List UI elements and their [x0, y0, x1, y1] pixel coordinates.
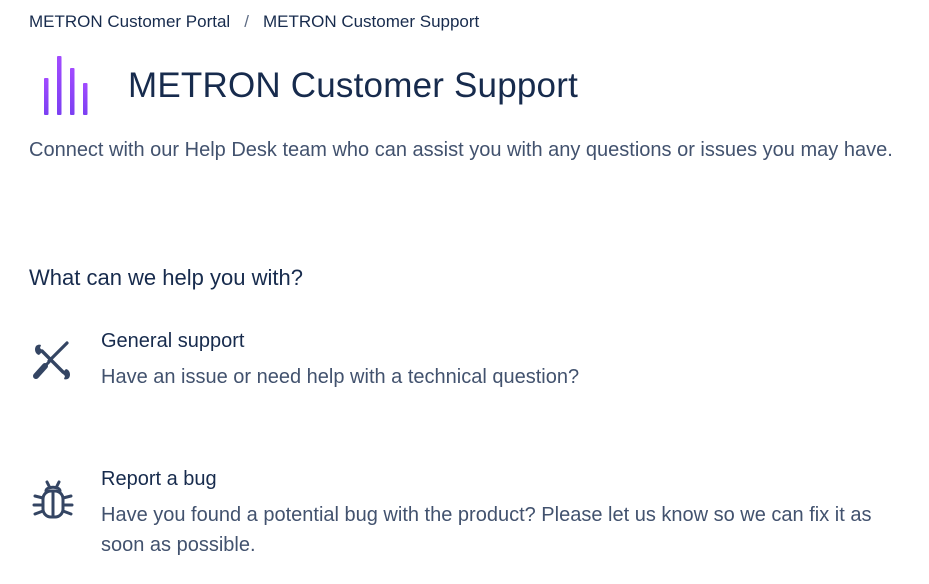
- page-title: METRON Customer Support: [128, 66, 578, 105]
- section-heading: What can we help you with?: [29, 265, 303, 290]
- breadcrumb-current-link[interactable]: METRON Customer Support: [263, 12, 479, 32]
- bar-chart-logo-icon: [42, 56, 90, 116]
- request-type-general-support[interactable]: General support Have an issue or need he…: [29, 330, 919, 390]
- request-type-title: Report a bug: [101, 468, 217, 490]
- request-type-report-bug[interactable]: Report a bug Have you found a potential …: [29, 468, 919, 568]
- request-type-title: General support: [101, 330, 245, 352]
- breadcrumb-separator: /: [244, 12, 249, 31]
- breadcrumb: METRON Customer Portal / METRON Customer…: [29, 12, 479, 32]
- bug-icon: [29, 476, 77, 524]
- breadcrumb-portal-link[interactable]: METRON Customer Portal: [29, 12, 230, 32]
- request-type-description: Have an issue or need help with a techni…: [101, 366, 580, 388]
- request-type-description: Have you found a potential bug with the …: [101, 504, 872, 556]
- portal-description: Connect with our Help Desk team who can …: [29, 139, 893, 161]
- tools-icon: [29, 338, 77, 386]
